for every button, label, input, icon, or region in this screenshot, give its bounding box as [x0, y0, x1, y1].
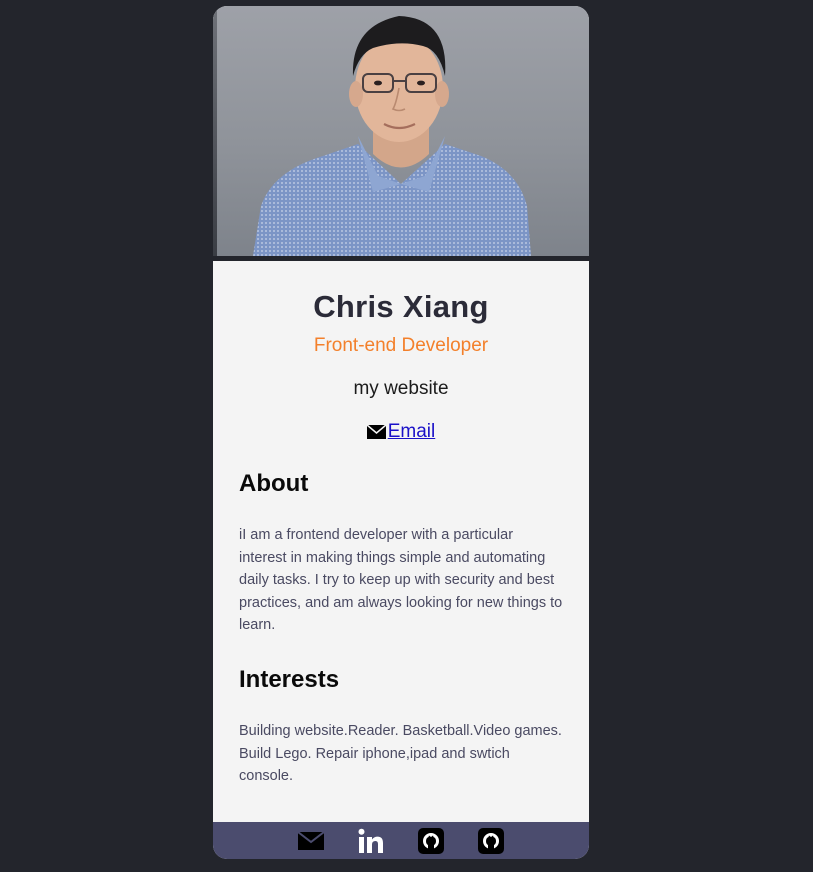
interests-text: Building website.Reader. Basketball.Vide… — [239, 722, 562, 785]
interests-heading: Interests — [239, 665, 340, 693]
profile-card: Chris Xiang Front-end Developer my websi… — [213, 6, 589, 859]
mail-icon — [366, 422, 387, 439]
about-section: About iI am a frontend developer with a … — [213, 469, 589, 637]
profile-info: Chris Xiang Front-end Developer my websi… — [213, 261, 589, 444]
interests-section: Interests Building website.Reader. Baske… — [213, 665, 589, 788]
profile-name: Chris Xiang — [313, 289, 489, 324]
mail-icon[interactable] — [297, 826, 326, 855]
profile-photo — [213, 6, 589, 256]
about-heading: About — [239, 470, 309, 497]
linkedin-icon[interactable] — [357, 826, 386, 855]
email-link[interactable]: Email — [366, 420, 436, 444]
github-icon[interactable] — [417, 826, 446, 855]
github-icon[interactable] — [477, 826, 506, 855]
website-link[interactable]: my website — [213, 377, 589, 401]
profile-role: Front-end Developer — [313, 335, 489, 356]
about-text: iI am a frontend developer with a partic… — [239, 527, 563, 634]
social-footer — [213, 822, 589, 859]
email-label: Email — [387, 421, 436, 442]
